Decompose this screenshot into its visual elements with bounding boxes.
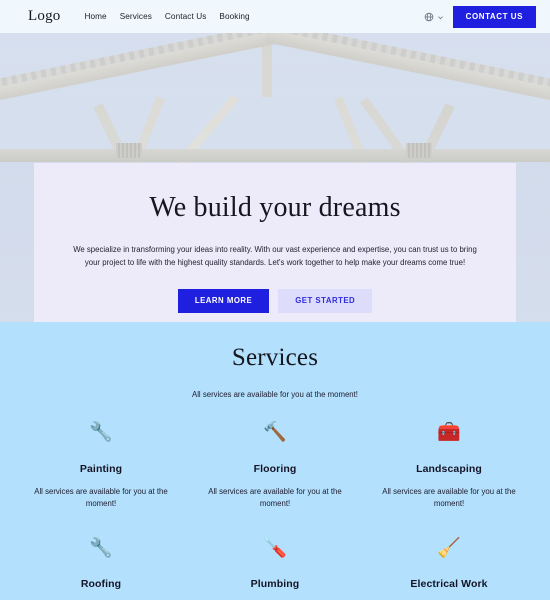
service-name-electrical-work: Electrical Work bbox=[410, 578, 488, 591]
service-card-flooring[interactable]: 🔨 Flooring All services are available fo… bbox=[188, 418, 362, 512]
hero-paragraph: We specialize in transforming your ideas… bbox=[73, 244, 477, 268]
service-name-painting: Painting bbox=[79, 462, 123, 475]
brand-logo[interactable]: Logo bbox=[28, 8, 60, 25]
service-name-plumbing: Plumbing bbox=[250, 578, 300, 591]
service-name-roofing: Roofing bbox=[80, 578, 122, 591]
top-navbar: Logo Home Services Contact Us Booking CO… bbox=[0, 0, 550, 33]
chevron-down-icon bbox=[437, 8, 444, 26]
service-card-plumbing[interactable]: 🪛 Plumbing All services are available fo… bbox=[188, 533, 362, 600]
services-subtitle: All services are available for you at th… bbox=[192, 389, 358, 399]
navbar-right-group: CONTACT US bbox=[424, 5, 536, 28]
learn-more-button[interactable]: LEARN MORE bbox=[177, 289, 270, 313]
service-description-flooring: All services are available for you at th… bbox=[208, 486, 342, 509]
hero-action-buttons: LEARN MORE GET STARTED bbox=[177, 289, 373, 313]
paint-roller-icon: 🧹 bbox=[437, 537, 461, 559]
service-name-flooring: Flooring bbox=[253, 462, 297, 475]
hero-content-card: We build your dreams We specialize in tr… bbox=[34, 163, 516, 322]
services-grid: 🔧 Painting All services are available fo… bbox=[0, 418, 550, 600]
hammer-icon: 🔨 bbox=[263, 422, 287, 443]
spanner-icon: 🔧 bbox=[89, 537, 113, 559]
nav-item-booking[interactable]: Booking bbox=[219, 12, 249, 21]
wrench-icon: 🔧 bbox=[89, 422, 113, 443]
nav-links: Home Services Contact Us Booking bbox=[84, 12, 249, 21]
service-card-electrical-work[interactable]: 🧹 Electrical Work All services are avail… bbox=[362, 533, 536, 600]
nav-item-home[interactable]: Home bbox=[84, 12, 106, 21]
services-section: Services All services are available for … bbox=[0, 322, 550, 600]
service-name-landscaping: Landscaping bbox=[416, 462, 482, 475]
service-card-painting[interactable]: 🔧 Painting All services are available fo… bbox=[14, 418, 188, 512]
service-card-landscaping[interactable]: 🧰 Landscaping All services are available… bbox=[362, 418, 536, 512]
contact-us-button[interactable]: CONTACT US bbox=[452, 5, 536, 28]
toolbox-icon: 🧰 bbox=[437, 422, 461, 443]
service-description-painting: All services are available for you at th… bbox=[34, 486, 168, 509]
page-root: Logo Home Services Contact Us Booking CO… bbox=[0, 0, 550, 600]
language-selector[interactable] bbox=[424, 8, 444, 26]
nav-item-contact-us[interactable]: Contact Us bbox=[165, 12, 207, 21]
drill-icon: 🪛 bbox=[263, 537, 287, 559]
services-title: Services bbox=[231, 344, 319, 371]
hero-section: We build your dreams We specialize in tr… bbox=[0, 33, 550, 322]
service-card-roofing[interactable]: 🔧 Roofing All services are available for… bbox=[14, 533, 188, 600]
nav-item-services[interactable]: Services bbox=[120, 12, 152, 21]
get-started-button[interactable]: GET STARTED bbox=[278, 289, 373, 313]
service-description-landscaping: All services are available for you at th… bbox=[382, 486, 516, 509]
hero-title: We build your dreams bbox=[149, 192, 401, 223]
globe-icon bbox=[424, 12, 434, 22]
